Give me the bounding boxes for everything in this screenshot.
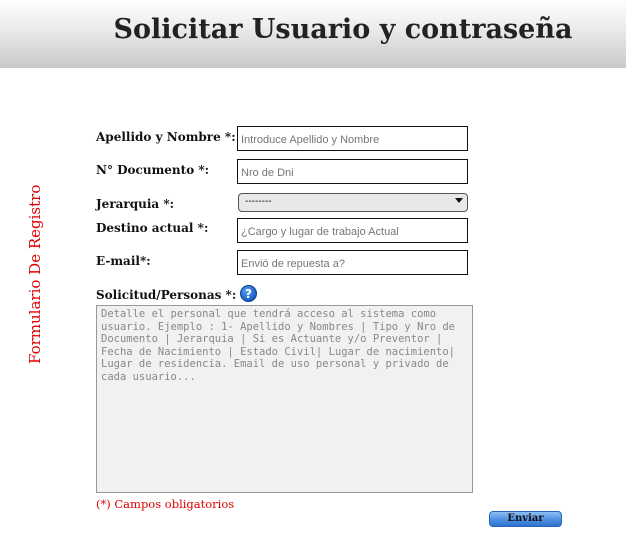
apellido-label: Apellido y Nombre *: [96,130,236,144]
documento-label: N° Documento *: [96,163,210,177]
required-note: (*) Campos obligatorios [96,497,235,511]
email-field[interactable]: Envió de repuesta a? [237,250,468,275]
question-circle-icon[interactable]: ? [240,285,257,302]
jerarquia-label: Jerarquia *: [96,197,175,211]
page-title: Solicitar Usuario y contraseña [113,14,573,45]
solicitud-textarea[interactable]: Detalle el personal que tendrá acceso al… [96,305,473,493]
email-label: E-mail*: [96,254,151,268]
destino-field[interactable]: ¿Cargo y lugar de trabajo Actual [237,218,468,243]
dropdown-arrow-icon [455,198,463,203]
apellido-field[interactable]: Introduce Apellido y Nombre [237,126,468,151]
sidebar-form-label: Formulario De Registro [26,184,44,364]
jerarquia-select[interactable]: -------- [238,193,468,212]
destino-label: Destino actual *: [96,221,209,235]
documento-field[interactable]: Nro de Dni [237,159,468,184]
page-header: Solicitar Usuario y contraseña [0,0,626,68]
jerarquia-selected-value: -------- [245,196,272,207]
solicitud-label: Solicitud/Personas *: [96,288,237,302]
enviar-button[interactable]: Enviar [489,511,562,527]
